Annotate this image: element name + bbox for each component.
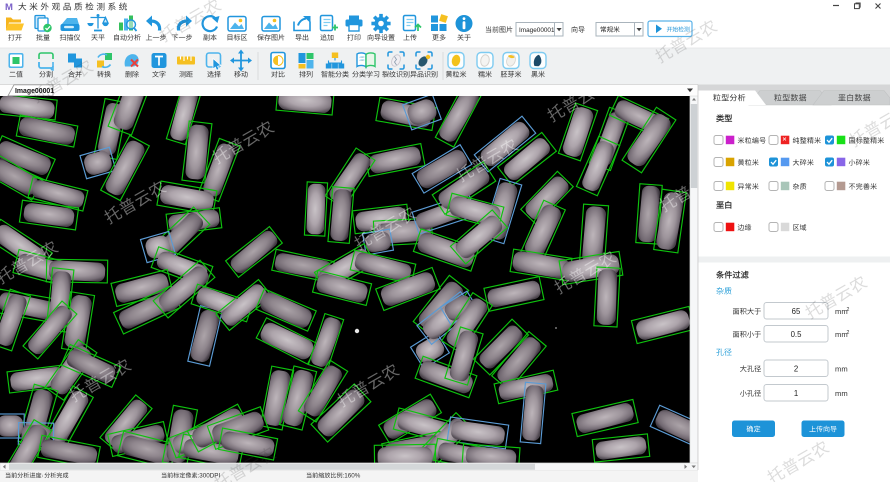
svg-text:1: 1 <box>794 389 798 398</box>
svg-text:2: 2 <box>794 365 798 374</box>
svg-text:mm: mm <box>835 389 848 398</box>
svg-text:2: 2 <box>847 330 850 336</box>
svg-text:M: M <box>5 2 13 13</box>
svg-text:65: 65 <box>792 307 801 316</box>
svg-text:0.5: 0.5 <box>791 330 803 339</box>
svg-text:mm: mm <box>835 365 848 374</box>
svg-text:Image00001: Image00001 <box>519 27 555 34</box>
svg-text::160%: :160% <box>343 473 361 480</box>
svg-text::300DPI: :300DPI <box>198 473 221 480</box>
svg-text:2: 2 <box>847 307 850 313</box>
